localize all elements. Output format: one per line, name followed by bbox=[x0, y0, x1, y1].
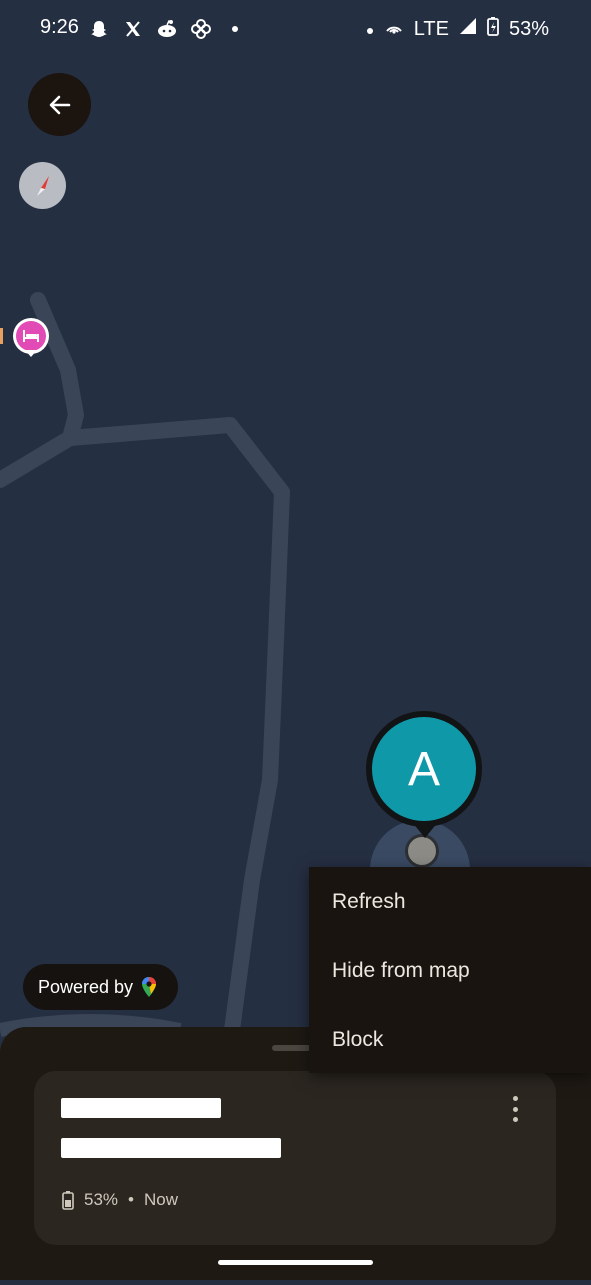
powered-by-google-maps: Powered by bbox=[23, 964, 178, 1010]
google-maps-pin-icon bbox=[142, 977, 157, 997]
poi-label-fragment bbox=[0, 326, 6, 346]
dot-icon bbox=[366, 18, 374, 41]
options-menu: Refresh Hide from map Block bbox=[309, 867, 591, 1073]
reddit-icon bbox=[156, 18, 178, 40]
meta-separator: • bbox=[128, 1190, 134, 1209]
back-button[interactable] bbox=[28, 73, 91, 136]
compass-icon bbox=[36, 175, 49, 196]
home-indicator[interactable] bbox=[218, 1260, 373, 1265]
menu-item-hide-from-map[interactable]: Hide from map bbox=[309, 937, 591, 1005]
last-updated: Now bbox=[143, 1190, 178, 1209]
avatar: A bbox=[372, 717, 476, 821]
status-right: LTE 53% bbox=[366, 16, 549, 42]
card-meta: 53% • Now bbox=[62, 1190, 178, 1210]
hotel-pin-tip bbox=[25, 350, 37, 357]
menu-item-refresh[interactable]: Refresh bbox=[309, 868, 591, 936]
redacted-name bbox=[61, 1098, 221, 1118]
arrow-left-icon bbox=[49, 95, 70, 114]
menu-item-block[interactable]: Block bbox=[309, 1006, 591, 1074]
bed-icon bbox=[23, 330, 39, 342]
marker-tip bbox=[412, 822, 438, 838]
battery-icon bbox=[62, 1191, 74, 1210]
card-battery-percent: 53% bbox=[84, 1190, 119, 1209]
status-bar: 9:26 LTE 53% bbox=[0, 0, 591, 60]
location-dot bbox=[405, 834, 439, 868]
dot-icon bbox=[224, 18, 246, 40]
signal-icon bbox=[459, 17, 477, 41]
hotspot-icon bbox=[384, 17, 404, 41]
snapchat-icon bbox=[88, 18, 110, 40]
network-label: LTE bbox=[413, 17, 449, 40]
hotel-pin-inner bbox=[16, 321, 46, 351]
battery-charging-icon bbox=[487, 16, 499, 42]
more-vertical-icon[interactable] bbox=[505, 1096, 525, 1122]
compass-button[interactable] bbox=[19, 162, 66, 209]
status-time: 9:26 bbox=[40, 16, 79, 38]
pinwheel-icon bbox=[190, 18, 212, 40]
battery-percent: 53% bbox=[508, 17, 549, 40]
notification-icons bbox=[88, 18, 246, 40]
person-marker[interactable]: A bbox=[366, 711, 482, 827]
hotel-poi[interactable] bbox=[13, 318, 49, 354]
x-icon bbox=[122, 18, 144, 40]
powered-by-label: Powered by bbox=[38, 976, 134, 997]
redacted-address bbox=[61, 1138, 281, 1158]
